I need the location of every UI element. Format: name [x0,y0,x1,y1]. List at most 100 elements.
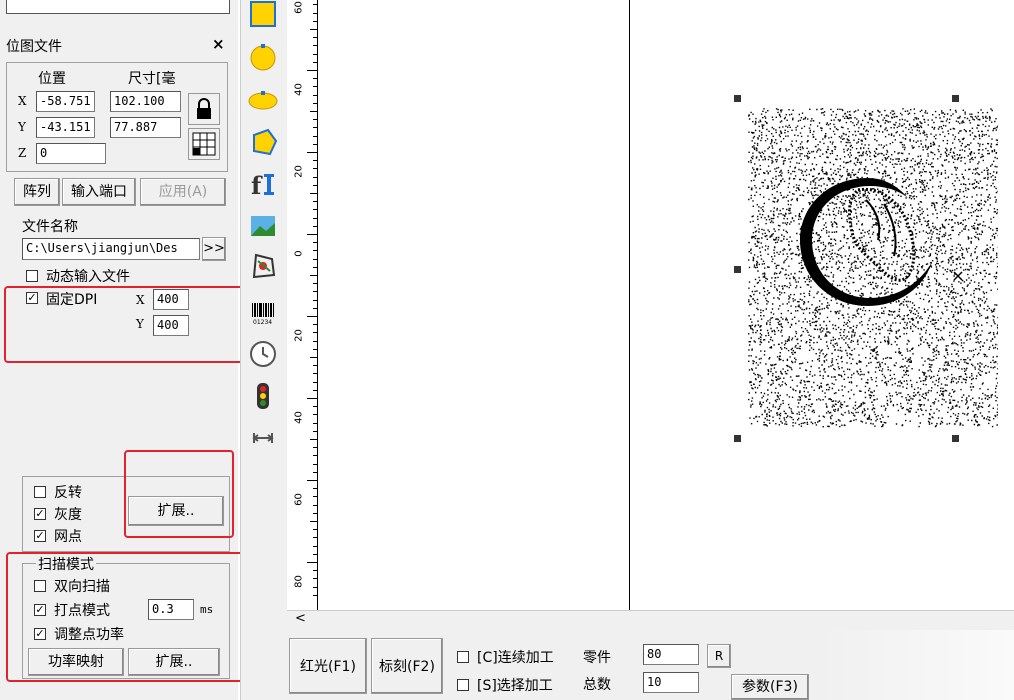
y-size-input[interactable]: 77.887 [110,117,181,138]
ruler-tick [313,447,317,449]
continuous-label: [C]连续加工 [477,650,554,666]
x-position-input[interactable]: -58.751 [36,91,95,112]
apply-button[interactable]: 应用(A) [140,178,226,206]
array-button[interactable]: 阵列 [14,178,60,206]
selected-checkbox[interactable] [457,679,469,691]
ruler-tick [313,184,317,186]
svg-text:f: f [251,171,263,199]
ruler-tick [313,570,317,572]
ruler-tick [313,78,317,80]
input-port-button[interactable]: 输入端口 [62,178,136,206]
ruler-tick [313,324,317,326]
ruler-tick [313,37,317,39]
ruler-tick [310,29,317,30]
ruler-tick [310,357,317,358]
top-field[interactable] [6,0,230,14]
ruler-tick [313,250,317,252]
ruler-label: 80 [293,575,305,588]
ruler-label: 60 [293,1,305,14]
canvas[interactable] [318,0,1014,610]
ruler-label: 60 [293,493,305,506]
ruler-tick [310,111,317,112]
ruler-tick [310,193,317,194]
lock-icon[interactable] [188,93,220,125]
ruler-tick [313,381,317,383]
z-position-input[interactable]: 0 [36,143,106,164]
ruler-tick [307,316,317,317]
browse-button[interactable]: >> [202,237,226,261]
panel-title: 位图文件 [6,39,62,55]
vector-file-icon[interactable] [247,250,279,282]
ruler-tick [313,102,317,104]
bitmap-image[interactable] [748,100,1000,430]
file-path-input[interactable]: C:\Users\jiangjun\Des [22,238,200,260]
scroll-left-icon[interactable]: < [295,611,306,626]
ruler-tick [307,152,317,153]
dither-checkbox[interactable]: ✓ [34,530,46,542]
ruler-tick [313,176,317,178]
ruler-tick [313,471,317,473]
vertical-ruler: 60 40 20 0 20 40 60 80 [287,0,318,610]
ruler-tick [313,12,317,14]
grid-icon[interactable] [188,128,220,160]
ruler-tick [313,209,317,211]
ruler-label: 0 [293,250,305,257]
mark-button[interactable]: 标刻(F2) [371,638,443,694]
bitmap-tool-icon[interactable] [247,210,279,242]
ruler-tick [310,521,317,522]
total-input[interactable]: 10 [643,672,699,693]
svg-text:01234: 01234 [253,319,272,326]
clock-tool-icon[interactable] [247,338,279,370]
size-header: 尺寸[毫 [128,71,176,87]
dpi-highlight [4,286,250,363]
polygon-tool-icon[interactable] [247,126,279,158]
property-panel: 位图文件 × 位置 尺寸[毫 X -58.751 102.100 Y -43.1… [0,0,250,700]
delay-tool-icon[interactable] [247,422,279,454]
dynamic-input-label: 动态输入文件 [46,269,130,285]
x-size-input[interactable]: 102.100 [110,91,181,112]
selection-handle[interactable] [734,266,741,273]
ruler-tick [313,20,317,22]
params-button[interactable]: 参数(F3) [731,674,809,700]
parts-label: 零件 [583,650,611,666]
ellipse-tool-icon[interactable] [247,84,279,116]
close-icon[interactable]: × [212,35,225,53]
ruler-tick [313,504,317,506]
barcode-tool-icon[interactable]: 01234 [247,296,279,328]
continuous-checkbox[interactable] [457,651,469,663]
ruler-tick [313,201,317,203]
x-label: X [18,94,27,108]
horizontal-scrollbar[interactable]: < [287,610,1014,629]
ruler-label: 40 [293,83,305,96]
text-tool-icon[interactable]: f [247,168,279,200]
y-position-input[interactable]: -43.151 [36,117,95,138]
ruler-tick [313,94,317,96]
grayscale-checkbox[interactable]: ✓ [34,508,46,520]
ruler-tick [313,53,317,55]
status-area [817,630,1014,700]
rectangle-tool-icon[interactable] [247,0,279,30]
ruler-tick [307,480,317,481]
invert-label: 反转 [54,485,82,501]
parts-input[interactable]: 80 [643,644,699,665]
invert-checkbox[interactable] [34,486,46,498]
circle-tool-icon[interactable] [247,42,279,74]
ruler-tick [313,578,317,580]
ruler-tick [313,373,317,375]
ruler-tick [313,422,317,424]
ruler-tick [307,70,317,71]
z-label: Z [18,146,27,160]
selection-handle[interactable] [734,95,741,102]
selection-handle[interactable] [734,435,741,442]
ruler-tick [313,512,317,514]
io-signal-icon[interactable] [247,380,279,412]
red-light-button[interactable]: 红光(F1) [289,638,367,694]
ruler-tick [310,275,317,276]
dynamic-input-checkbox[interactable] [26,270,38,282]
ruler-tick [313,168,317,170]
selection-handle[interactable] [952,95,959,102]
ruler-tick [313,242,317,244]
ruler-label: 20 [293,165,305,178]
selection-handle[interactable] [952,435,959,442]
reset-button[interactable]: R [707,644,731,668]
